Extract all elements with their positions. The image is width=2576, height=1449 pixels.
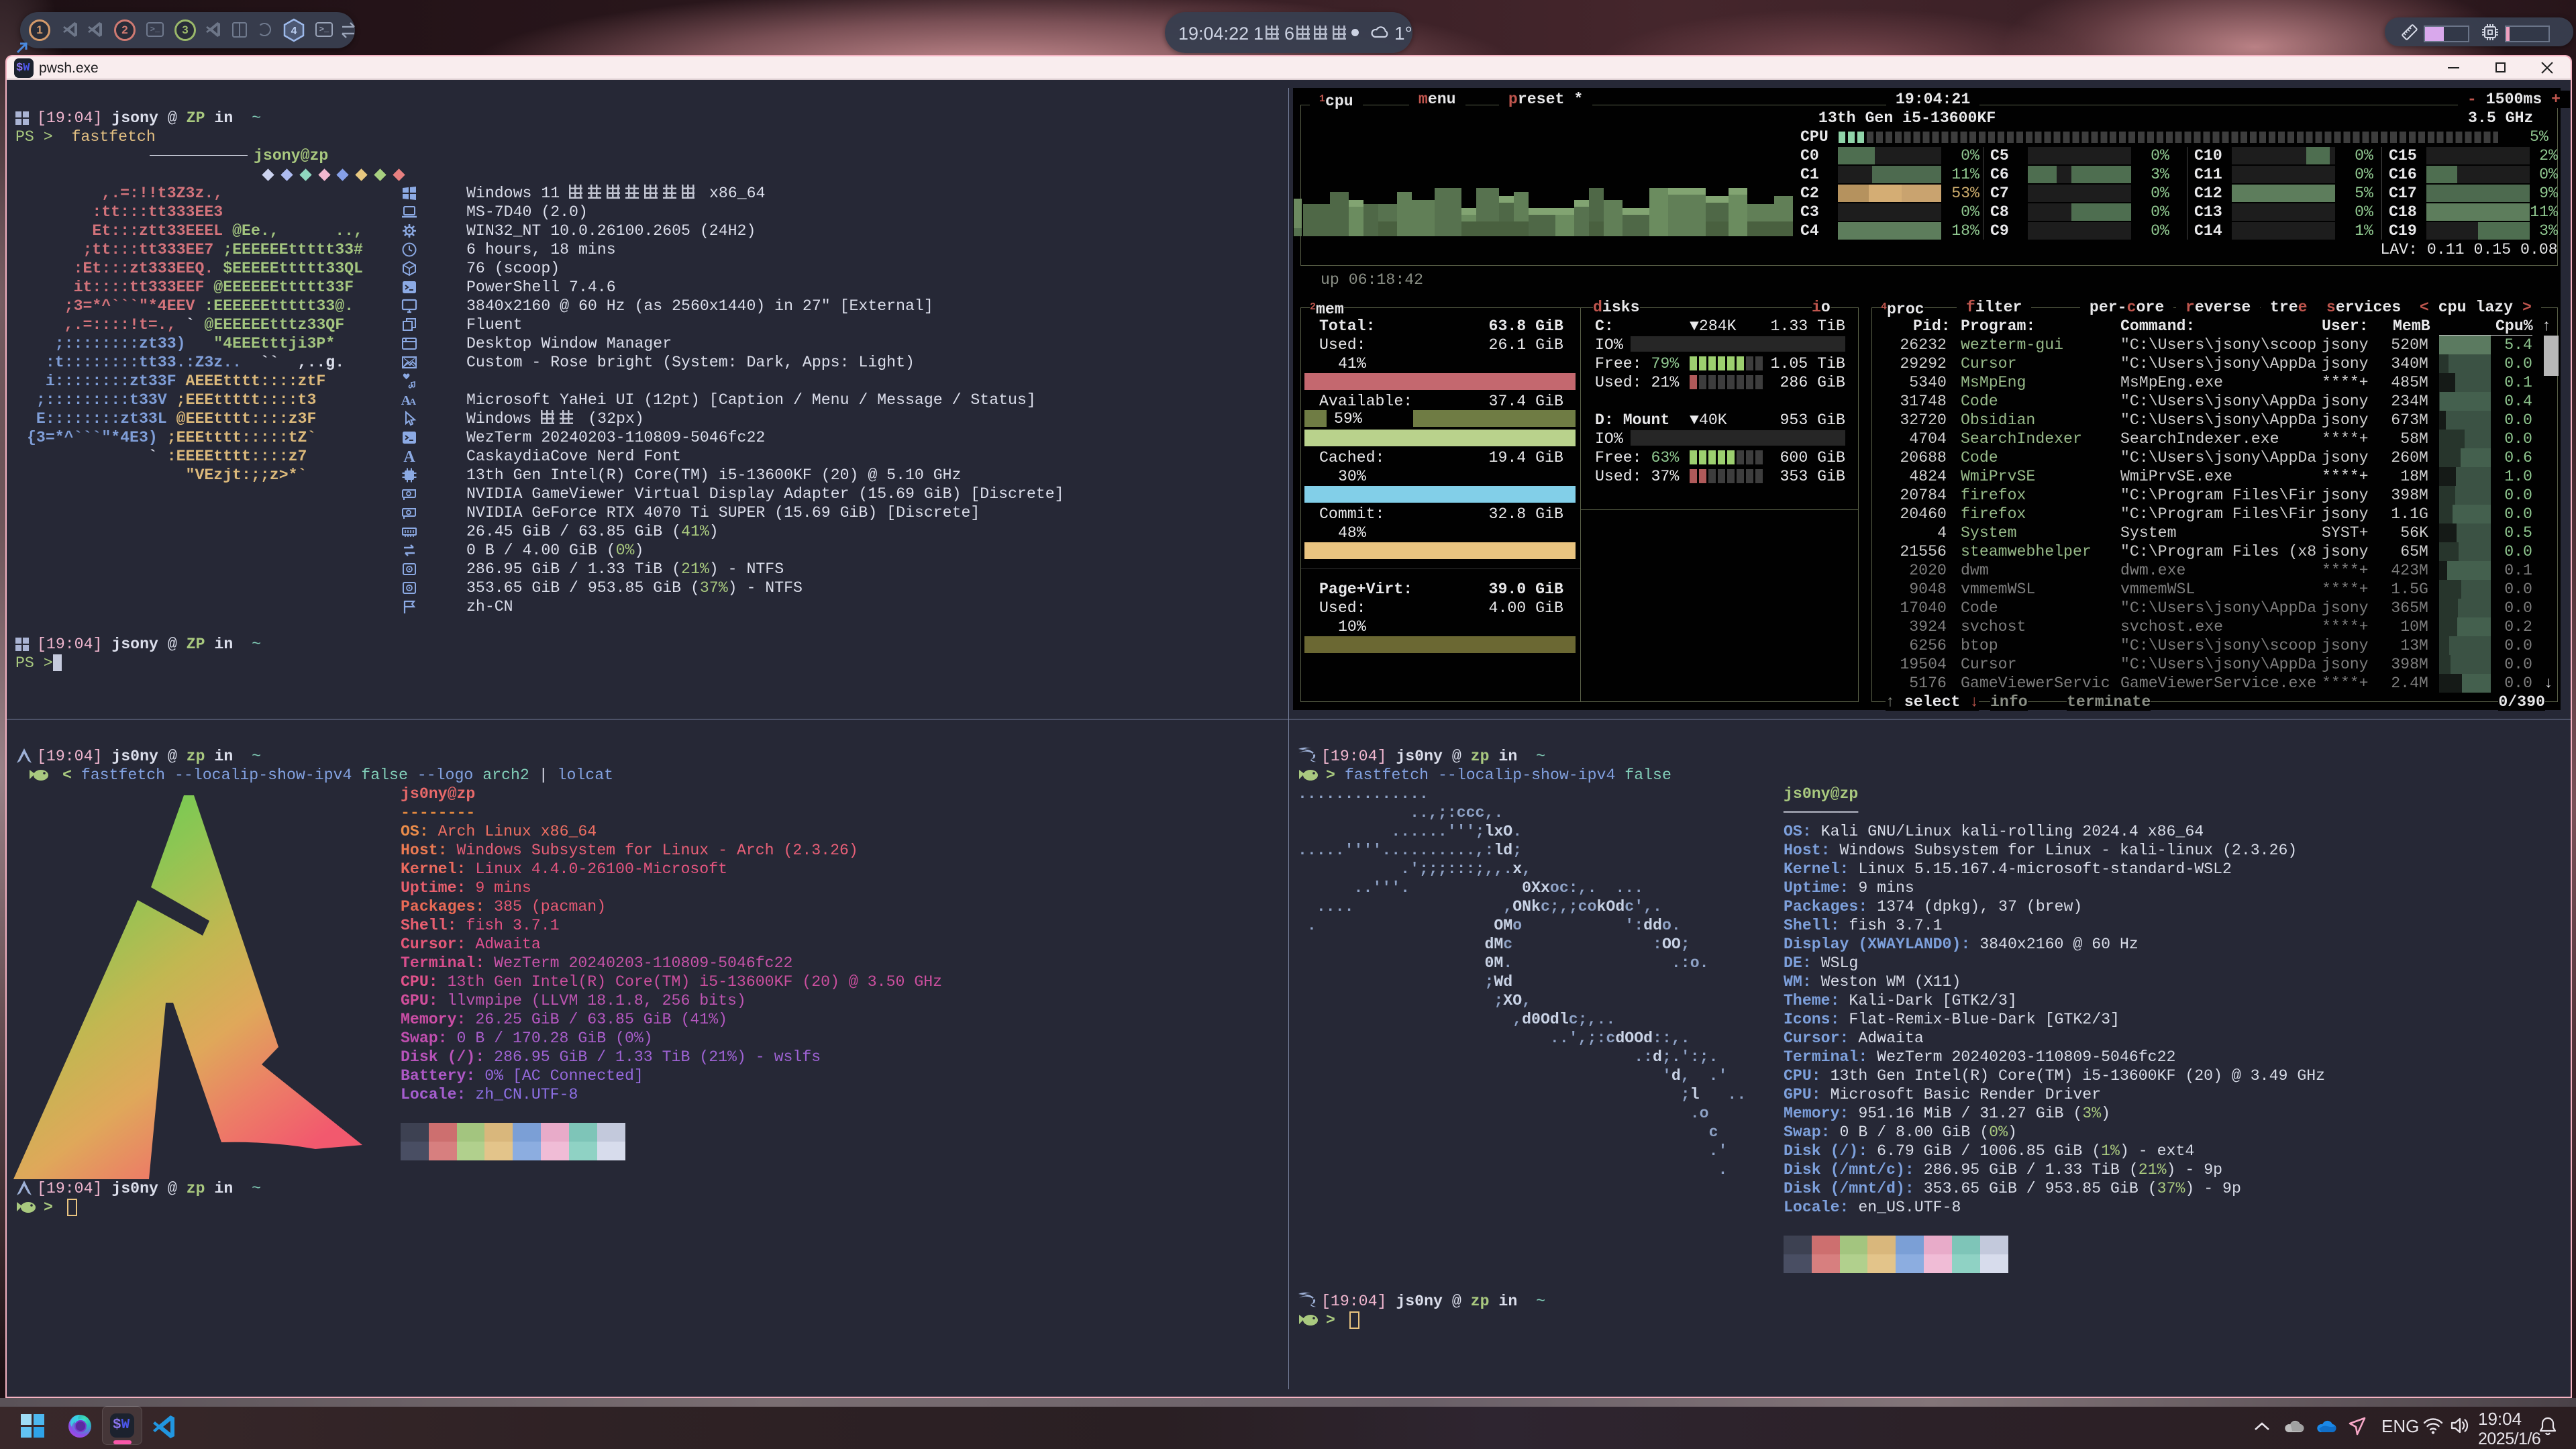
svg-text:4: 4 bbox=[291, 26, 297, 37]
svg-text:A: A bbox=[409, 397, 417, 407]
svg-text:A: A bbox=[403, 448, 415, 464]
